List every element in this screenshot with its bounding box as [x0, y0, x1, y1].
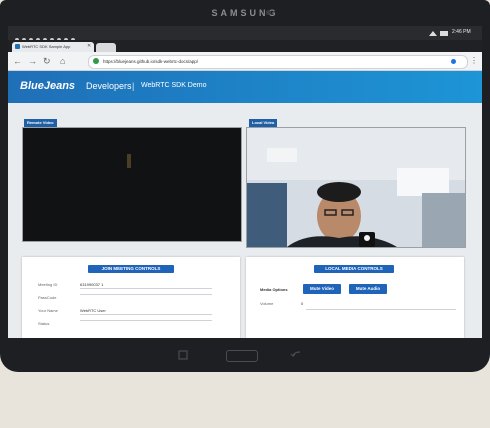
your-name-label: Your Name — [38, 308, 58, 313]
notification-icons — [14, 30, 84, 42]
mute-video-button[interactable]: Mute Video — [303, 284, 341, 294]
remote-video-glare — [127, 154, 131, 168]
home-icon[interactable]: ⌂ — [60, 55, 65, 67]
ceiling-light-icon — [397, 168, 449, 196]
url-text: https://bluejeans.github.io/sdk-webrtc-d… — [103, 59, 199, 64]
address-bar[interactable]: https://bluejeans.github.io/sdk-webrtc-d… — [88, 55, 468, 69]
remote-video-area — [22, 127, 242, 242]
close-tab-icon[interactable]: ✕ — [87, 43, 91, 49]
join-meeting-controls-button[interactable]: JOIN MEETING CONTROLS — [88, 265, 174, 273]
android-status-bar: 2:46 PM — [8, 26, 482, 42]
meeting-id-input[interactable]: 631990037 1 — [80, 281, 212, 289]
menu-dots-icon[interactable]: ⋮ — [470, 56, 478, 65]
extension-icon[interactable] — [451, 59, 456, 64]
reload-icon[interactable]: ↻ — [43, 55, 51, 67]
home-button[interactable] — [226, 350, 258, 362]
browser-tab-active[interactable]: WebRTC SDK Sample App ✕ — [12, 42, 94, 52]
favicon-icon — [15, 44, 20, 49]
recent-apps-icon[interactable] — [178, 350, 188, 360]
bluejeans-logo: BlueJeans — [20, 80, 76, 92]
passcode-label: PassCode — [38, 295, 57, 300]
tablet-bottom-bezel — [0, 340, 490, 372]
back-button-icon[interactable] — [290, 350, 302, 360]
volume-slider[interactable] — [306, 309, 456, 310]
passcode-input[interactable] — [80, 294, 212, 295]
volume-value: 0 — [301, 301, 304, 306]
header-developers: Developers — [86, 81, 132, 91]
media-options-label: Media Options — [260, 287, 288, 292]
status-label: Status — [38, 321, 50, 326]
forward-icon[interactable]: → — [28, 55, 37, 67]
remote-video-label: Remote Video — [24, 119, 57, 127]
page-header: BlueJeans Developers | WebRTC SDK Demo — [8, 71, 482, 103]
wifi-battery-icon — [429, 31, 448, 36]
local-video-feed — [247, 128, 465, 247]
secure-lock-icon — [93, 58, 99, 64]
tablet-screen: 2:46 PM WebRTC SDK Sample App ✕ ← → ↻ ⌂ … — [8, 26, 482, 338]
local-video-area — [246, 127, 466, 248]
header-separator: | — [132, 81, 135, 91]
local-media-controls-button[interactable]: LOCAL MEDIA CONTROLS — [314, 265, 394, 273]
local-video-label: Local Video — [249, 119, 278, 127]
header-subtitle: WebRTC SDK Demo — [141, 82, 207, 89]
status-time: 2:46 PM — [452, 29, 471, 35]
tab-title: WebRTC SDK Sample App — [22, 44, 71, 49]
mute-audio-button[interactable]: Mute Audio — [349, 284, 387, 294]
meeting-id-label: Meeting ID — [38, 282, 58, 287]
device-brand: SAMSUNG — [211, 8, 279, 18]
status-input[interactable] — [80, 320, 212, 321]
new-tab-button[interactable] — [96, 43, 116, 52]
front-camera — [266, 10, 271, 15]
volume-label: Volume — [260, 301, 274, 306]
back-icon[interactable]: ← — [13, 55, 22, 67]
your-name-input[interactable]: WebRTC User — [80, 307, 212, 315]
